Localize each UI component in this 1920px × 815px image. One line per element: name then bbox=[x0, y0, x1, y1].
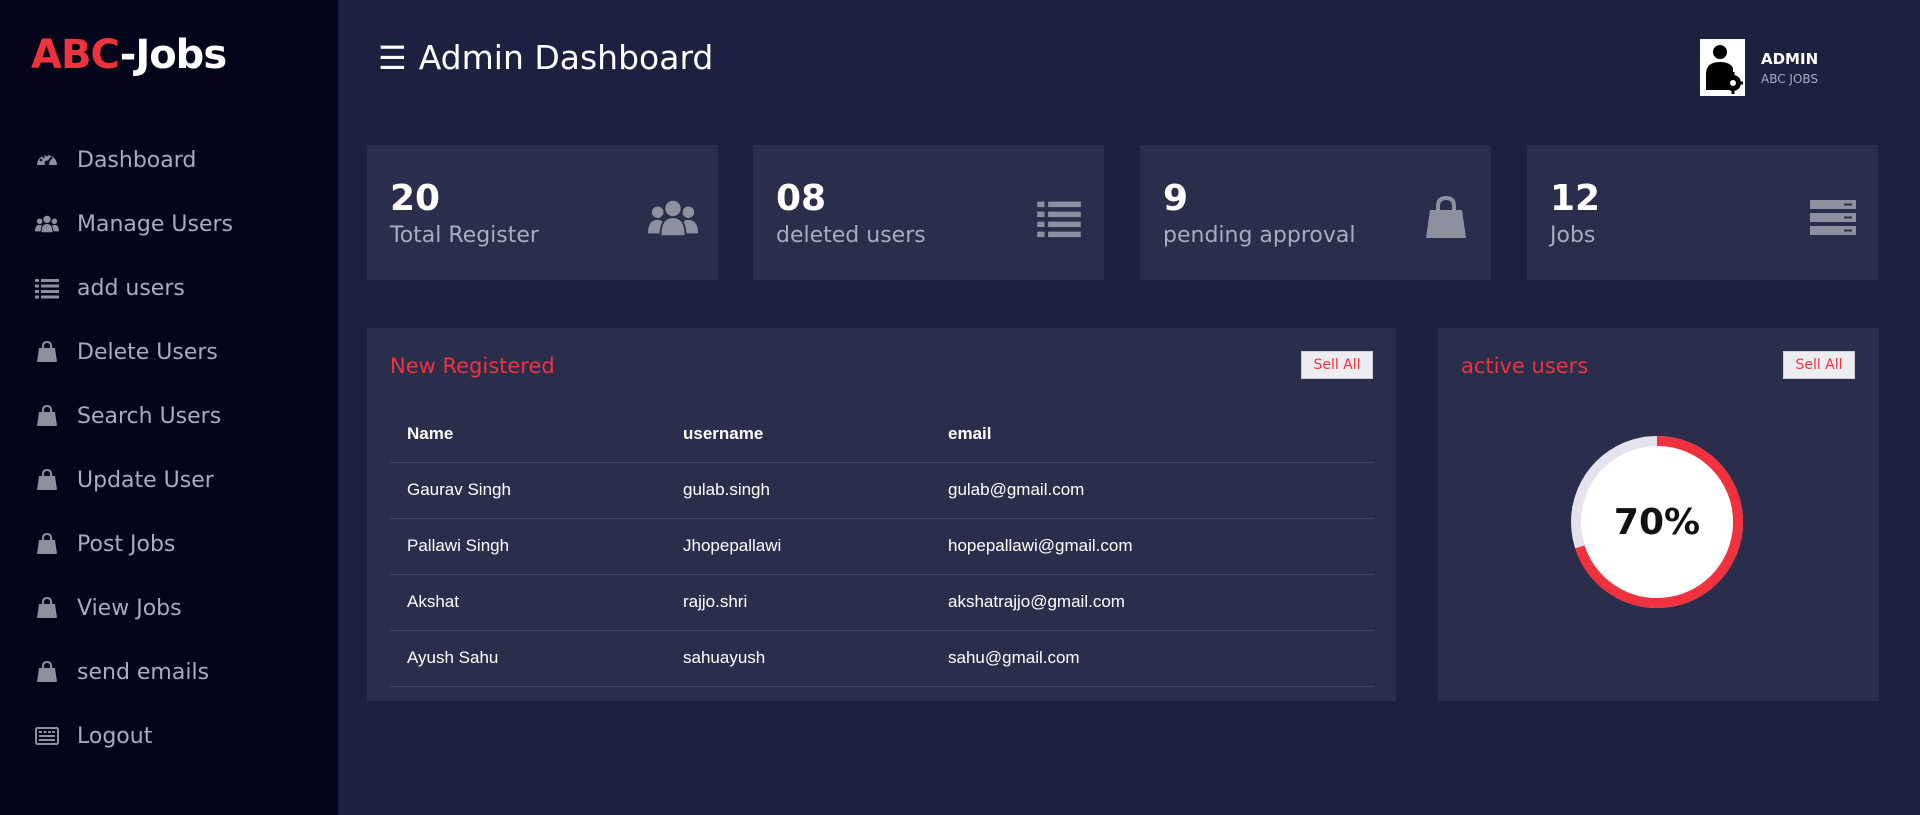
stat-card-jobs[interactable]: 12 Jobs bbox=[1527, 145, 1878, 280]
cell-email: hopepallawi@gmail.com bbox=[931, 518, 1374, 575]
progress-percent-label: 70% bbox=[1613, 501, 1701, 543]
stat-label: pending approval bbox=[1163, 223, 1356, 248]
sidebar-item-update-user[interactable]: Update User bbox=[0, 448, 338, 512]
sidebar-item-label: add users bbox=[77, 275, 185, 301]
active-users-panel: active users Sell All 70% bbox=[1438, 328, 1879, 701]
sidebar-item-add-users[interactable]: add users bbox=[0, 256, 338, 320]
list-icon bbox=[35, 276, 59, 300]
sidebar-item-label: Search Users bbox=[77, 403, 222, 429]
cell-email: sahu@gmail.com bbox=[931, 630, 1374, 687]
shopping-bag-icon bbox=[35, 404, 59, 428]
new-registered-panel: New Registered Sell All Name username em… bbox=[367, 328, 1396, 701]
sidebar-item-label: Update User bbox=[77, 467, 214, 493]
stat-value: 20 bbox=[390, 178, 441, 219]
registered-users-table: Name username email Gaurav Singh gulab.s… bbox=[390, 406, 1374, 687]
cell-username: Jhopepallawi bbox=[666, 518, 931, 575]
shopping-bag-icon bbox=[35, 660, 59, 684]
sidebar-item-post-jobs[interactable]: Post Jobs bbox=[0, 512, 338, 576]
user-name: ADMIN bbox=[1761, 49, 1819, 68]
page-title: ☰ Admin Dashboard bbox=[378, 38, 713, 77]
server-icon bbox=[1808, 193, 1858, 243]
sidebar-item-label: Dashboard bbox=[77, 147, 197, 173]
shopping-bag-icon bbox=[1421, 193, 1471, 243]
shopping-bag-icon bbox=[35, 340, 59, 364]
sidebar-item-delete-users[interactable]: Delete Users bbox=[0, 320, 338, 384]
user-profile[interactable]: ADMIN ABC JOBS bbox=[1700, 39, 1818, 96]
sidebar-item-dashboard[interactable]: Dashboard bbox=[0, 128, 338, 192]
cell-email: gulab@gmail.com bbox=[931, 462, 1374, 519]
sidebar-nav: Dashboard Manage Users add users Delete … bbox=[0, 128, 338, 768]
shopping-bag-icon bbox=[35, 532, 59, 556]
column-header[interactable]: username bbox=[666, 406, 931, 463]
cell-name: Ayush Sahu bbox=[390, 630, 666, 687]
cell-username: sahuayush bbox=[666, 630, 931, 687]
sidebar-item-logout[interactable]: Logout bbox=[0, 704, 338, 768]
dashboard-gauge-icon bbox=[35, 148, 59, 172]
brand-part-2: -Jobs bbox=[119, 32, 227, 78]
table-row[interactable]: Ayush Sahu sahuayush sahu@gmail.com bbox=[390, 630, 1374, 687]
cell-email: akshatrajjo@gmail.com bbox=[931, 574, 1374, 631]
stat-card-total-register[interactable]: 20 Total Register bbox=[367, 145, 718, 280]
stat-value: 9 bbox=[1163, 178, 1189, 219]
table-row[interactable]: Akshat rajjo.shri akshatrajjo@gmail.com bbox=[390, 574, 1374, 631]
see-all-button[interactable]: Sell All bbox=[1783, 351, 1855, 379]
shopping-bag-icon bbox=[35, 468, 59, 492]
stat-label: deleted users bbox=[776, 223, 926, 248]
page-title-text: Admin Dashboard bbox=[418, 38, 714, 77]
stat-label: Jobs bbox=[1550, 223, 1596, 248]
users-icon bbox=[648, 193, 698, 243]
shopping-bag-icon bbox=[35, 596, 59, 620]
active-users-progress-ring: 70% bbox=[1571, 436, 1743, 608]
main-content: ☰ Admin Dashboard ADMIN ABC JOBS 20 Tota… bbox=[338, 0, 1920, 815]
sidebar-item-search-users[interactable]: Search Users bbox=[0, 384, 338, 448]
cell-name: Gaurav Singh bbox=[390, 462, 666, 519]
cell-username: rajjo.shri bbox=[666, 574, 931, 631]
brand-logo[interactable]: ABC-Jobs bbox=[31, 32, 227, 78]
table-header-row: Name username email bbox=[390, 406, 1374, 463]
sidebar-item-view-jobs[interactable]: View Jobs bbox=[0, 576, 338, 640]
admin-avatar-icon bbox=[1700, 39, 1745, 96]
see-all-button[interactable]: Sell All bbox=[1301, 351, 1373, 379]
cell-name: Pallawi Singh bbox=[390, 518, 666, 575]
users-icon bbox=[35, 212, 59, 236]
table-row[interactable]: Gaurav Singh gulab.singh gulab@gmail.com bbox=[390, 462, 1374, 519]
keyboard-icon bbox=[35, 724, 59, 748]
table-row[interactable]: Pallawi Singh Jhopepallawi hopepallawi@g… bbox=[390, 518, 1374, 575]
stat-label: Total Register bbox=[390, 223, 539, 248]
hamburger-menu-icon[interactable]: ☰ bbox=[378, 39, 407, 77]
cell-username: gulab.singh bbox=[666, 462, 931, 519]
sidebar: ABC-Jobs Dashboard Manage Users add user… bbox=[0, 0, 338, 815]
sidebar-item-label: send emails bbox=[77, 659, 210, 685]
stat-card-pending-approval[interactable]: 9 pending approval bbox=[1140, 145, 1491, 280]
stat-value: 12 bbox=[1550, 178, 1601, 219]
user-org: ABC JOBS bbox=[1761, 71, 1819, 86]
sidebar-item-manage-users[interactable]: Manage Users bbox=[0, 192, 338, 256]
sidebar-item-label: View Jobs bbox=[77, 595, 182, 621]
column-header[interactable]: Name bbox=[390, 406, 666, 463]
stat-value: 08 bbox=[776, 178, 827, 219]
panel-title: New Registered bbox=[390, 354, 555, 378]
brand-part-1: ABC bbox=[31, 32, 121, 78]
column-header[interactable]: email bbox=[931, 406, 1374, 463]
panel-title: active users bbox=[1461, 354, 1589, 378]
sidebar-item-label: Delete Users bbox=[77, 339, 218, 365]
cell-name: Akshat bbox=[390, 574, 666, 631]
stat-card-deleted-users[interactable]: 08 deleted users bbox=[753, 145, 1104, 280]
sidebar-item-label: Manage Users bbox=[77, 211, 233, 237]
list-icon bbox=[1034, 193, 1084, 243]
sidebar-item-send-emails[interactable]: send emails bbox=[0, 640, 338, 704]
sidebar-item-label: Logout bbox=[77, 723, 153, 749]
sidebar-item-label: Post Jobs bbox=[77, 531, 176, 557]
